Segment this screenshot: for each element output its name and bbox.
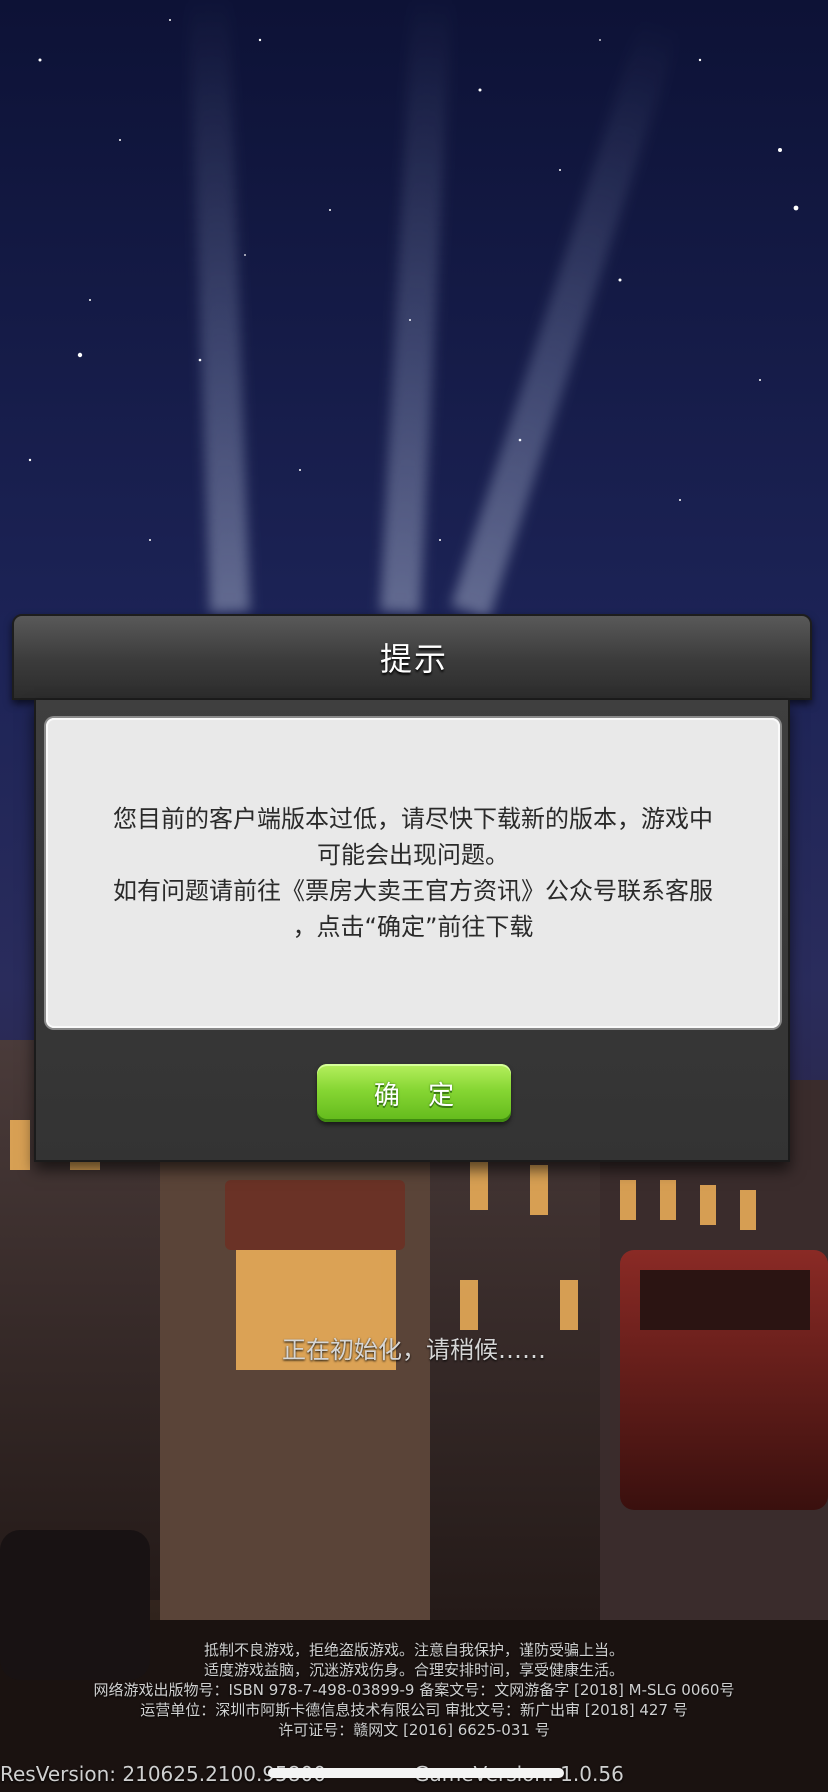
message-line: 您目前的客户端版本过低，请尽快下载新的版本，游戏中 <box>113 805 713 833</box>
confirm-button[interactable]: 确 定 <box>317 1064 511 1122</box>
dialog-message: 您目前的客户端版本过低，请尽快下载新的版本，游戏中 可能会出现问题。 如有问题请… <box>83 801 743 945</box>
notice-line: 网络游戏出版物号：ISBN 978-7-498-03899-9 备案文号：文网游… <box>93 1681 735 1699</box>
message-line: 可能会出现问题。 <box>317 841 509 869</box>
dialog-title: 提示 <box>379 640 448 678</box>
message-line: ，点击“确定”前往下载 <box>292 913 534 941</box>
loading-status: 正在初始化，请稍候…… <box>282 1336 546 1364</box>
dialog-header: 提示 <box>12 614 812 700</box>
notice-line: 许可证号：赣网文 [2016] 6625-031 号 <box>278 1721 550 1739</box>
update-prompt-dialog: 提示 您目前的客户端版本过低，请尽快下载新的版本，游戏中 可能会出现问题。 如有… <box>12 614 812 1162</box>
message-panel: 您目前的客户端版本过低，请尽快下载新的版本，游戏中 可能会出现问题。 如有问题请… <box>46 718 780 1028</box>
health-notice: 抵制不良游戏，拒绝盗版游戏。注意自我保护，谨防受骗上当。 适度游戏益脑，沉迷游戏… <box>0 1640 828 1740</box>
notice-line: 运营单位：深圳市阿斯卡德信息技术有限公司 审批文号：新广出审 [2018] 42… <box>140 1701 688 1719</box>
dialog-body: 您目前的客户端版本过低，请尽快下载新的版本，游戏中 可能会出现问题。 如有问题请… <box>34 700 790 1162</box>
message-line: 如有问题请前往《票房大卖王官方资讯》公众号联系客服 <box>113 877 713 905</box>
confirm-button-label: 确 定 <box>373 1080 465 1111</box>
home-indicator[interactable] <box>268 1768 564 1778</box>
notice-line: 抵制不良游戏，拒绝盗版游戏。注意自我保护，谨防受骗上当。 <box>203 1641 624 1659</box>
notice-line: 适度游戏益脑，沉迷游戏伤身。合理安排时间，享受健康生活。 <box>203 1661 624 1679</box>
